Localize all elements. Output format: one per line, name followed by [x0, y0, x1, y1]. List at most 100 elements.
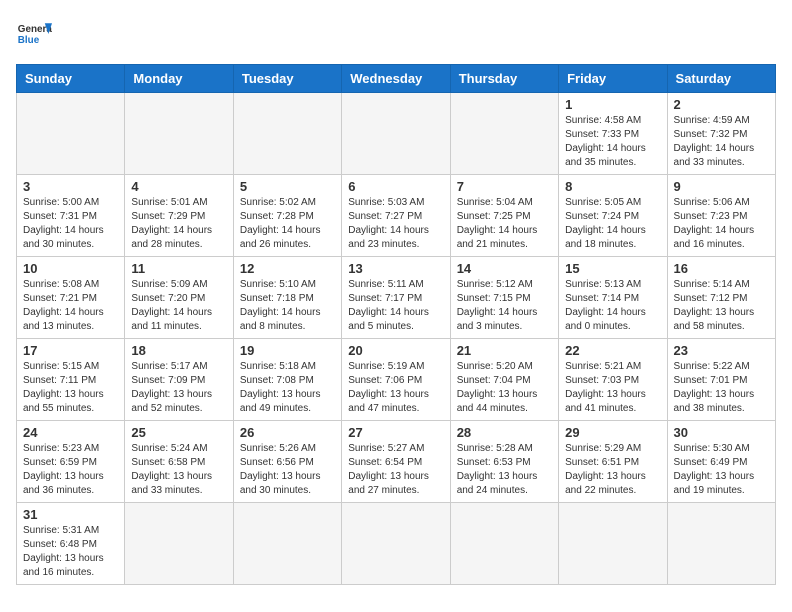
day-number: 17 — [23, 343, 118, 358]
calendar-cell: 6 Sunrise: 5:03 AM Sunset: 7:27 PM Daylig… — [342, 175, 450, 257]
day-info: Sunrise: 4:59 AM Sunset: 7:32 PM Dayligh… — [674, 114, 769, 170]
day-info: Sunrise: 5:10 AM Sunset: 7:18 PM Dayligh… — [240, 278, 335, 334]
day-info: Sunrise: 4:58 AM Sunset: 7:33 PM Dayligh… — [565, 114, 660, 170]
weekday-header-wednesday: Wednesday — [342, 65, 450, 93]
day-info: Sunrise: 5:12 AM Sunset: 7:15 PM Dayligh… — [457, 278, 552, 334]
day-info: Sunrise: 5:30 AM Sunset: 6:49 PM Dayligh… — [674, 442, 769, 498]
weekday-header-monday: Monday — [125, 65, 233, 93]
calendar-cell: 31 Sunrise: 5:31 AM Sunset: 6:48 PM Dayli… — [17, 503, 125, 585]
generalblue-logo-icon: General Blue — [16, 16, 52, 52]
day-info: Sunrise: 5:05 AM Sunset: 7:24 PM Dayligh… — [565, 196, 660, 252]
calendar-cell: 17 Sunrise: 5:15 AM Sunset: 7:11 PM Dayli… — [17, 339, 125, 421]
week-row-5: 24Sunrise: 5:23 AM Sunset: 6:59 PM Dayli… — [17, 421, 776, 503]
day-number: 3 — [23, 179, 118, 194]
day-number: 25 — [131, 425, 226, 440]
day-number: 31 — [23, 507, 118, 522]
day-info: Sunrise: 5:13 AM Sunset: 7:14 PM Dayligh… — [565, 278, 660, 334]
day-info: Sunrise: 5:28 AM Sunset: 6:53 PM Dayligh… — [457, 442, 552, 498]
day-number: 6 — [348, 179, 443, 194]
calendar-cell — [233, 93, 341, 175]
day-info: Sunrise: 5:24 AM Sunset: 6:58 PM Dayligh… — [131, 442, 226, 498]
day-info: Sunrise: 5:09 AM Sunset: 7:20 PM Dayligh… — [131, 278, 226, 334]
calendar-cell: 27Sunrise: 5:27 AM Sunset: 6:54 PM Dayli… — [342, 421, 450, 503]
day-info: Sunrise: 5:29 AM Sunset: 6:51 PM Dayligh… — [565, 442, 660, 498]
day-number: 28 — [457, 425, 552, 440]
day-info: Sunrise: 5:11 AM Sunset: 7:17 PM Dayligh… — [348, 278, 443, 334]
calendar-cell: 5Sunrise: 5:02 AM Sunset: 7:28 PM Daylig… — [233, 175, 341, 257]
day-info: Sunrise: 5:04 AM Sunset: 7:25 PM Dayligh… — [457, 196, 552, 252]
weekday-header-thursday: Thursday — [450, 65, 558, 93]
calendar-cell: 13 Sunrise: 5:11 AM Sunset: 7:17 PM Dayli… — [342, 257, 450, 339]
day-info: Sunrise: 5:26 AM Sunset: 6:56 PM Dayligh… — [240, 442, 335, 498]
week-row-2: 3 Sunrise: 5:00 AM Sunset: 7:31 PM Daylig… — [17, 175, 776, 257]
calendar-cell: 26 Sunrise: 5:26 AM Sunset: 6:56 PM Dayli… — [233, 421, 341, 503]
day-number: 21 — [457, 343, 552, 358]
calendar-cell — [233, 503, 341, 585]
calendar-cell: 18Sunrise: 5:17 AM Sunset: 7:09 PM Dayli… — [125, 339, 233, 421]
day-info: Sunrise: 5:22 AM Sunset: 7:01 PM Dayligh… — [674, 360, 769, 416]
day-info: Sunrise: 5:27 AM Sunset: 6:54 PM Dayligh… — [348, 442, 443, 498]
day-info: Sunrise: 5:15 AM Sunset: 7:11 PM Dayligh… — [23, 360, 118, 416]
day-number: 26 — [240, 425, 335, 440]
calendar-cell — [559, 503, 667, 585]
day-info: Sunrise: 5:14 AM Sunset: 7:12 PM Dayligh… — [674, 278, 769, 334]
calendar-cell: 25 Sunrise: 5:24 AM Sunset: 6:58 PM Dayli… — [125, 421, 233, 503]
day-number: 11 — [131, 261, 226, 276]
calendar-cell: 3 Sunrise: 5:00 AM Sunset: 7:31 PM Daylig… — [17, 175, 125, 257]
day-info: Sunrise: 5:17 AM Sunset: 7:09 PM Dayligh… — [131, 360, 226, 416]
calendar-cell — [450, 503, 558, 585]
day-number: 19 — [240, 343, 335, 358]
calendar-cell: 16Sunrise: 5:14 AM Sunset: 7:12 PM Dayli… — [667, 257, 775, 339]
day-number: 1 — [565, 97, 660, 112]
calendar-cell: 1 Sunrise: 4:58 AM Sunset: 7:33 PM Daylig… — [559, 93, 667, 175]
calendar-cell — [125, 503, 233, 585]
day-number: 9 — [674, 179, 769, 194]
day-number: 13 — [348, 261, 443, 276]
day-number: 14 — [457, 261, 552, 276]
day-info: Sunrise: 5:18 AM Sunset: 7:08 PM Dayligh… — [240, 360, 335, 416]
day-number: 29 — [565, 425, 660, 440]
weekday-header-friday: Friday — [559, 65, 667, 93]
calendar-cell: 24Sunrise: 5:23 AM Sunset: 6:59 PM Dayli… — [17, 421, 125, 503]
day-number: 7 — [457, 179, 552, 194]
day-number: 20 — [348, 343, 443, 358]
calendar-cell: 10 Sunrise: 5:08 AM Sunset: 7:21 PM Dayli… — [17, 257, 125, 339]
header: General Blue — [16, 16, 776, 52]
day-number: 12 — [240, 261, 335, 276]
calendar-cell: 22 Sunrise: 5:21 AM Sunset: 7:03 PM Dayli… — [559, 339, 667, 421]
day-number: 22 — [565, 343, 660, 358]
calendar-cell: 15 Sunrise: 5:13 AM Sunset: 7:14 PM Dayli… — [559, 257, 667, 339]
weekday-header-tuesday: Tuesday — [233, 65, 341, 93]
weekday-header-sunday: Sunday — [17, 65, 125, 93]
svg-text:Blue: Blue — [18, 35, 40, 46]
calendar-cell: 21 Sunrise: 5:20 AM Sunset: 7:04 PM Dayli… — [450, 339, 558, 421]
calendar-cell: 9 Sunrise: 5:06 AM Sunset: 7:23 PM Daylig… — [667, 175, 775, 257]
day-info: Sunrise: 5:21 AM Sunset: 7:03 PM Dayligh… — [565, 360, 660, 416]
day-number: 4 — [131, 179, 226, 194]
calendar-cell: 11 Sunrise: 5:09 AM Sunset: 7:20 PM Dayli… — [125, 257, 233, 339]
calendar-cell — [342, 503, 450, 585]
weekday-header-saturday: Saturday — [667, 65, 775, 93]
calendar-cell: 20 Sunrise: 5:19 AM Sunset: 7:06 PM Dayli… — [342, 339, 450, 421]
calendar-cell: 23Sunrise: 5:22 AM Sunset: 7:01 PM Dayli… — [667, 339, 775, 421]
day-info: Sunrise: 5:08 AM Sunset: 7:21 PM Dayligh… — [23, 278, 118, 334]
calendar-cell: 7 Sunrise: 5:04 AM Sunset: 7:25 PM Daylig… — [450, 175, 558, 257]
week-row-3: 10 Sunrise: 5:08 AM Sunset: 7:21 PM Dayli… — [17, 257, 776, 339]
calendar-cell — [125, 93, 233, 175]
day-info: Sunrise: 5:20 AM Sunset: 7:04 PM Dayligh… — [457, 360, 552, 416]
calendar-cell: 2Sunrise: 4:59 AM Sunset: 7:32 PM Daylig… — [667, 93, 775, 175]
day-info: Sunrise: 5:19 AM Sunset: 7:06 PM Dayligh… — [348, 360, 443, 416]
day-number: 10 — [23, 261, 118, 276]
day-number: 15 — [565, 261, 660, 276]
day-info: Sunrise: 5:31 AM Sunset: 6:48 PM Dayligh… — [23, 524, 118, 580]
calendar-cell — [667, 503, 775, 585]
day-number: 5 — [240, 179, 335, 194]
day-info: Sunrise: 5:03 AM Sunset: 7:27 PM Dayligh… — [348, 196, 443, 252]
calendar-cell: 19 Sunrise: 5:18 AM Sunset: 7:08 PM Dayli… — [233, 339, 341, 421]
logo: General Blue — [16, 16, 52, 52]
calendar-cell: 4Sunrise: 5:01 AM Sunset: 7:29 PM Daylig… — [125, 175, 233, 257]
calendar-cell: 28 Sunrise: 5:28 AM Sunset: 6:53 PM Dayli… — [450, 421, 558, 503]
day-info: Sunrise: 5:06 AM Sunset: 7:23 PM Dayligh… — [674, 196, 769, 252]
day-info: Sunrise: 5:00 AM Sunset: 7:31 PM Dayligh… — [23, 196, 118, 252]
week-row-6: 31 Sunrise: 5:31 AM Sunset: 6:48 PM Dayli… — [17, 503, 776, 585]
